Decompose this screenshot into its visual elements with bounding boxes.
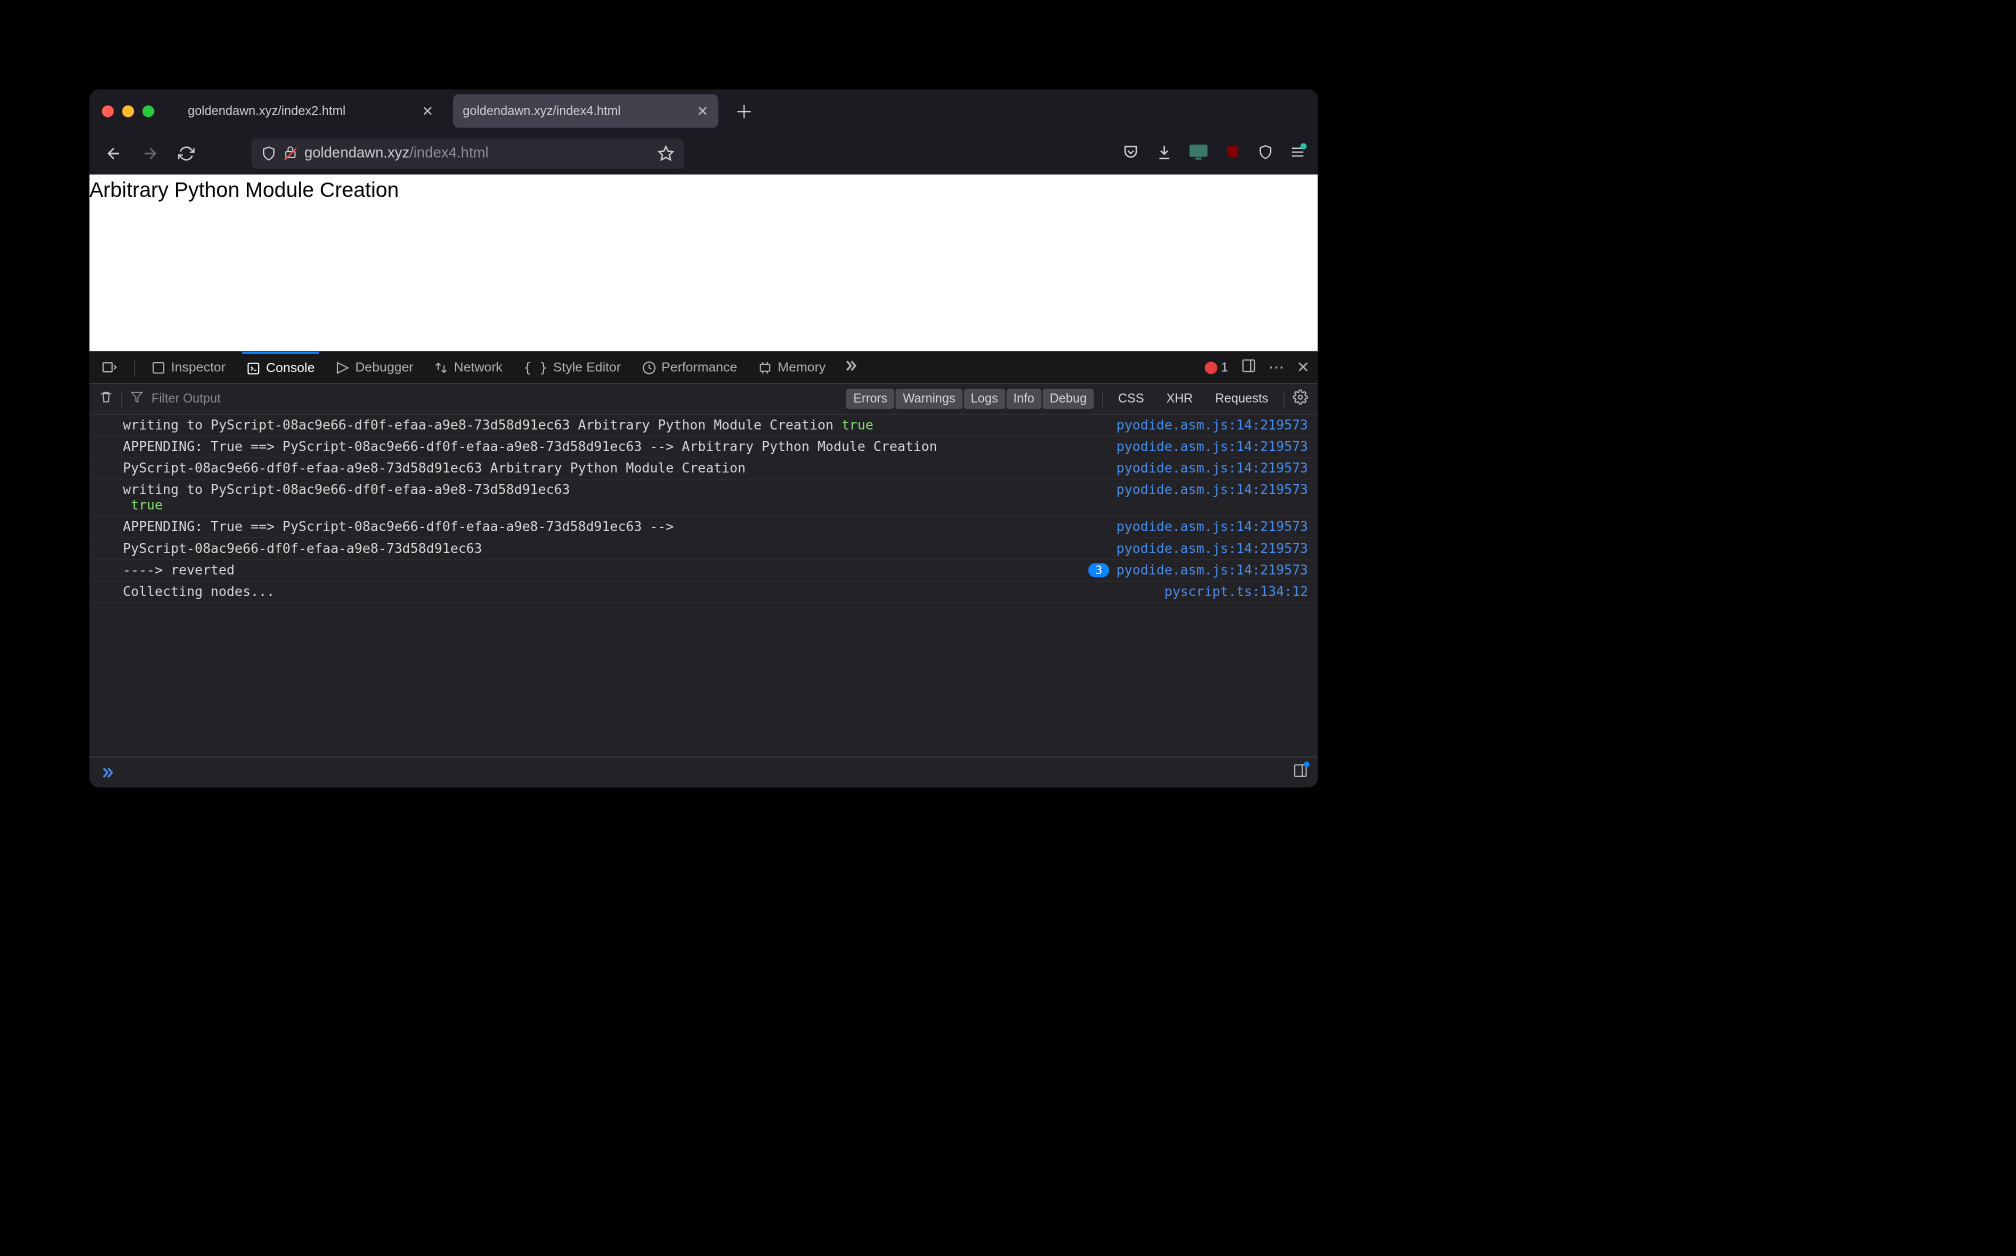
tab-active[interactable]: goldendawn.xyz/index4.html ✕ bbox=[453, 94, 718, 128]
message-text: Collecting nodes... bbox=[123, 584, 1164, 599]
level-filter-chips: Errors Warnings Logs Info Debug bbox=[846, 389, 1093, 409]
console-message: APPENDING: True ==> PyScript-08ac9e66-df… bbox=[89, 436, 1317, 458]
close-devtools-icon[interactable]: ✕ bbox=[1297, 358, 1310, 376]
message-source-link[interactable]: pyodide.asm.js:14:219573 bbox=[1116, 461, 1308, 476]
tab-inactive[interactable]: goldendawn.xyz/index2.html ✕ bbox=[178, 94, 443, 128]
chip-warnings[interactable]: Warnings bbox=[896, 389, 963, 409]
console-message: PyScript-08ac9e66-df0f-efaa-a9e8-73d58d9… bbox=[89, 538, 1317, 560]
message-text: writing to PyScript-08ac9e66-df0f-efaa-a… bbox=[123, 482, 1117, 513]
tab-console[interactable]: Console bbox=[242, 352, 319, 383]
tab-debugger[interactable]: Debugger bbox=[331, 352, 417, 383]
error-count[interactable]: 1 bbox=[1204, 360, 1228, 375]
hamburger-menu-icon[interactable] bbox=[1290, 144, 1305, 163]
message-source-link[interactable]: pyscript.ts:134:12 bbox=[1164, 584, 1308, 599]
browser-window: goldendawn.xyz/index2.html ✕ goldendawn.… bbox=[89, 89, 1317, 787]
console-message: APPENDING: True ==> PyScript-08ac9e66-df… bbox=[89, 517, 1317, 539]
url-text: goldendawn.xyz/index4.html bbox=[304, 145, 488, 162]
toolbar: goldendawn.xyz/index4.html bbox=[89, 133, 1317, 175]
devtools-panel: Inspector Console Debugger Network { } S… bbox=[89, 351, 1317, 787]
devtools-overflow-icon[interactable] bbox=[842, 358, 857, 377]
responsive-design-icon[interactable] bbox=[98, 352, 122, 383]
ublock-icon[interactable] bbox=[1224, 143, 1241, 163]
repeat-count-badge: 3 bbox=[1088, 563, 1109, 577]
new-tab-button[interactable]: ＋ bbox=[735, 98, 753, 124]
minimize-window-button[interactable] bbox=[122, 105, 134, 117]
shield-icon bbox=[261, 146, 276, 161]
message-text: writing to PyScript-08ac9e66-df0f-efaa-a… bbox=[123, 417, 1117, 432]
console-input-line[interactable] bbox=[89, 757, 1317, 788]
page-content: Arbitrary Python Module Creation bbox=[89, 175, 1317, 352]
pocket-icon[interactable] bbox=[1122, 143, 1139, 163]
close-window-button[interactable] bbox=[102, 105, 114, 117]
message-text: APPENDING: True ==> PyScript-08ac9e66-df… bbox=[123, 519, 1117, 534]
devtools-tabbar: Inspector Console Debugger Network { } S… bbox=[89, 352, 1317, 384]
toolbar-actions bbox=[1122, 143, 1305, 163]
tab-style-editor[interactable]: { } Style Editor bbox=[519, 352, 625, 383]
kebab-menu-icon[interactable]: ⋯ bbox=[1269, 358, 1284, 376]
tab-title: goldendawn.xyz/index2.html bbox=[188, 104, 346, 119]
editor-toggle-icon[interactable] bbox=[1293, 763, 1308, 782]
maximize-window-button[interactable] bbox=[142, 105, 154, 117]
tab-title: goldendawn.xyz/index4.html bbox=[463, 104, 621, 119]
chip-debug[interactable]: Debug bbox=[1043, 389, 1094, 409]
console-settings-icon[interactable] bbox=[1293, 389, 1308, 408]
chip-logs[interactable]: Logs bbox=[964, 389, 1005, 409]
console-message: writing to PyScript-08ac9e66-df0f-efaa-a… bbox=[89, 415, 1317, 437]
window-controls bbox=[102, 105, 154, 117]
close-tab-icon[interactable]: ✕ bbox=[697, 102, 709, 119]
console-message: writing to PyScript-08ac9e66-df0f-efaa-a… bbox=[89, 480, 1317, 517]
console-message: ----> reverted3 pyodide.asm.js:14:219573 bbox=[89, 560, 1317, 582]
message-source-link[interactable]: pyodide.asm.js:14:219573 bbox=[1116, 563, 1308, 578]
page-heading: Arbitrary Python Module Creation bbox=[89, 179, 1317, 203]
message-text: ----> reverted bbox=[123, 563, 1088, 578]
message-source-link[interactable]: pyodide.asm.js:14:219573 bbox=[1116, 439, 1308, 454]
chip-css[interactable]: CSS bbox=[1111, 389, 1151, 409]
message-source-link[interactable]: pyodide.asm.js:14:219573 bbox=[1116, 519, 1308, 534]
tab-network[interactable]: Network bbox=[430, 352, 507, 383]
extension-shield-icon[interactable] bbox=[1258, 143, 1273, 163]
forward-button[interactable] bbox=[138, 144, 162, 162]
split-console-icon[interactable] bbox=[1241, 358, 1256, 377]
console-message: Collecting nodes...pyscript.ts:134:12 bbox=[89, 581, 1317, 603]
chip-requests[interactable]: Requests bbox=[1208, 389, 1275, 409]
chip-xhr[interactable]: XHR bbox=[1159, 389, 1199, 409]
screen-icon[interactable] bbox=[1189, 144, 1207, 163]
message-source-link[interactable]: pyodide.asm.js:14:219573 bbox=[1116, 417, 1308, 432]
console-filter-bar: Filter Output Errors Warnings Logs Info … bbox=[89, 384, 1317, 415]
tab-bar: goldendawn.xyz/index2.html ✕ goldendawn.… bbox=[89, 89, 1317, 132]
chip-errors[interactable]: Errors bbox=[846, 389, 894, 409]
clear-console-icon[interactable] bbox=[99, 390, 113, 407]
chip-info[interactable]: Info bbox=[1006, 389, 1041, 409]
address-bar[interactable]: goldendawn.xyz/index4.html bbox=[251, 138, 684, 169]
reload-button[interactable] bbox=[175, 145, 199, 162]
back-button[interactable] bbox=[102, 144, 126, 162]
close-tab-icon[interactable]: ✕ bbox=[422, 102, 434, 119]
error-dot-icon bbox=[1204, 361, 1217, 374]
filter-input[interactable]: Filter Output bbox=[151, 392, 837, 407]
message-source-link[interactable]: pyodide.asm.js:14:219573 bbox=[1116, 541, 1308, 556]
insecure-lock-icon bbox=[283, 145, 297, 162]
message-text: APPENDING: True ==> PyScript-08ac9e66-df… bbox=[123, 439, 1117, 454]
message-text: PyScript-08ac9e66-df0f-efaa-a9e8-73d58d9… bbox=[123, 461, 1117, 476]
console-message: PyScript-08ac9e66-df0f-efaa-a9e8-73d58d9… bbox=[89, 458, 1317, 480]
console-output[interactable]: writing to PyScript-08ac9e66-df0f-efaa-a… bbox=[89, 415, 1317, 757]
tab-memory[interactable]: Memory bbox=[754, 352, 830, 383]
tab-performance[interactable]: Performance bbox=[638, 352, 742, 383]
message-text: PyScript-08ac9e66-df0f-efaa-a9e8-73d58d9… bbox=[123, 541, 1117, 556]
filter-funnel-icon[interactable] bbox=[131, 391, 144, 407]
message-source-link[interactable]: pyodide.asm.js:14:219573 bbox=[1116, 482, 1308, 497]
downloads-icon[interactable] bbox=[1156, 143, 1173, 163]
tab-inspector[interactable]: Inspector bbox=[147, 352, 229, 383]
bookmark-star-icon[interactable] bbox=[658, 145, 675, 162]
